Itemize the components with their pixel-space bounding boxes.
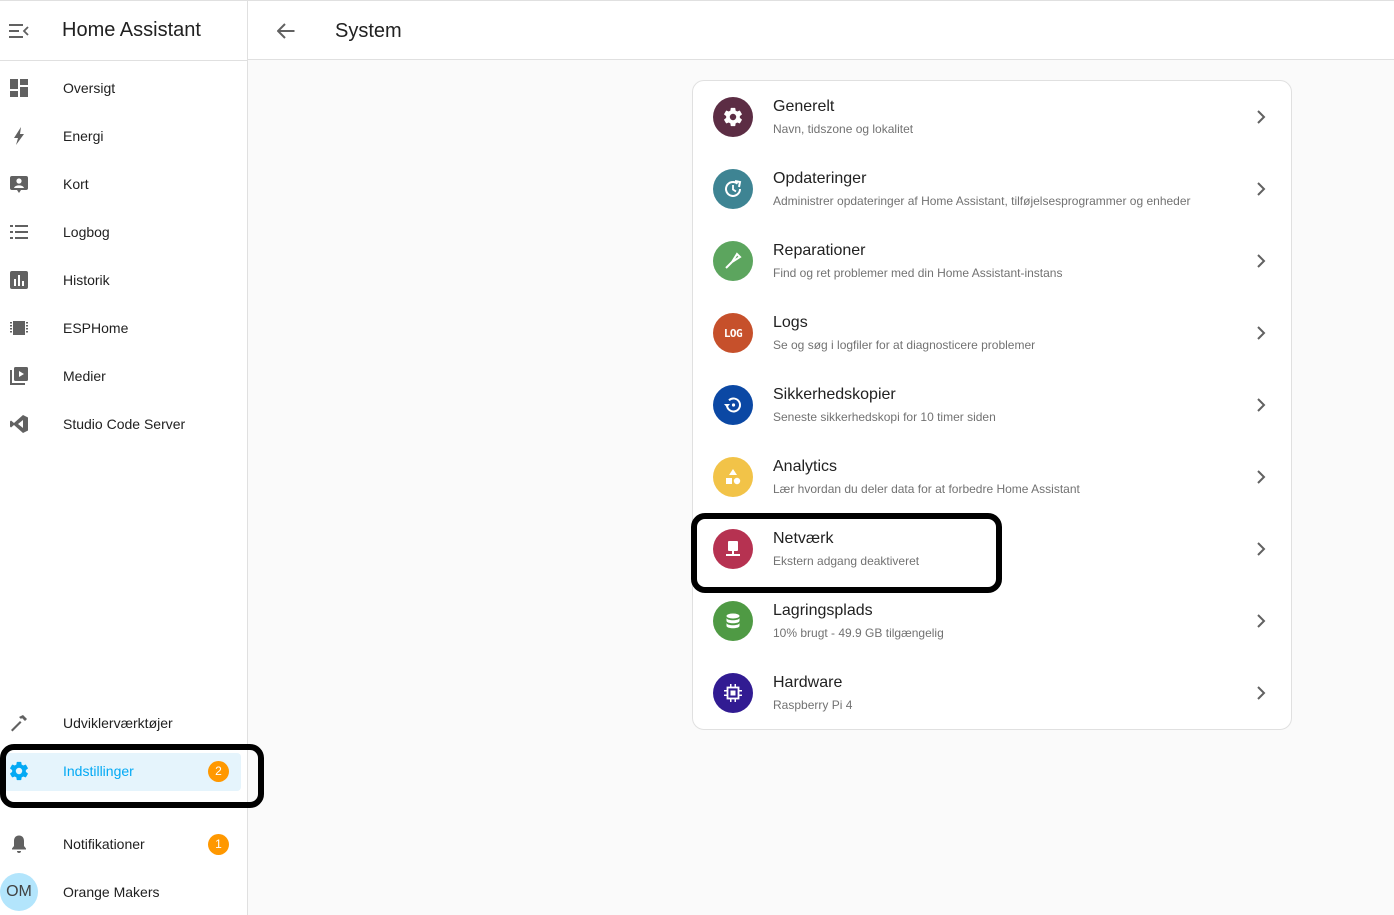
screwdriver-icon (713, 241, 753, 281)
bell-icon (8, 833, 30, 855)
row-title: Reparationer (773, 242, 866, 259)
sidebar-item-label: Energi (63, 128, 104, 144)
play-box-icon (8, 365, 30, 387)
gear-icon (713, 97, 753, 137)
chevron-right-icon (1249, 537, 1273, 561)
app-title: Home Assistant (62, 19, 201, 41)
settings-row-analytics[interactable]: Analytics Lær hvordan du deler data for … (693, 441, 1291, 513)
sidebar-item-label: Udviklerværktøjer (63, 715, 173, 731)
sidebar-item-label: Notifikationer (63, 836, 145, 852)
sidebar-item-label: Oversigt (63, 80, 116, 96)
chevron-right-icon (1249, 465, 1273, 489)
update-icon (713, 169, 753, 209)
user-name: Orange Makers (63, 884, 160, 900)
sidebar-item-studio-code-server[interactable]: Studio Code Server (0, 400, 248, 448)
chevron-right-icon (1249, 321, 1273, 345)
top-bar: System (248, 0, 1394, 60)
sidebar-item-label: Kort (63, 176, 89, 192)
backup-restore-icon (713, 385, 753, 425)
list-icon (8, 221, 30, 243)
vscode-icon (8, 413, 30, 435)
row-subtitle: Raspberry Pi 4 (773, 698, 853, 712)
row-title: Logs (773, 314, 808, 331)
sidebar-item-esphome[interactable]: ESPHome (0, 304, 248, 352)
chevron-right-icon (1249, 681, 1273, 705)
chevron-right-icon (1249, 609, 1273, 633)
system-settings-card: Generelt Navn, tidszone og lokalitet Opd… (692, 80, 1292, 730)
sidebar-item-label: Studio Code Server (63, 416, 186, 432)
sidebar-item-historik[interactable]: Historik (0, 256, 248, 304)
chevron-right-icon (1249, 249, 1273, 273)
chart-box-icon (8, 269, 30, 291)
sidebar-item-notifications[interactable]: Notifikationer 1 (0, 820, 248, 868)
sidebar-item-label: Logbog (63, 224, 110, 240)
hammer-icon (8, 712, 30, 734)
row-title: Hardware (773, 674, 843, 691)
sidebar-header: Home Assistant (0, 1, 247, 61)
settings-row-reparationer[interactable]: Reparationer Find og ret problemer med d… (693, 225, 1291, 297)
row-subtitle: Find og ret problemer med din Home Assis… (773, 266, 1063, 280)
chevron-right-icon (1249, 105, 1273, 129)
avatar: OM (0, 873, 38, 911)
chevron-right-icon (1249, 177, 1273, 201)
cpu-icon (713, 673, 753, 713)
row-subtitle: Navn, tidszone og lokalitet (773, 122, 914, 136)
sidebar-item-profile[interactable]: OM Orange Makers (0, 868, 248, 915)
database-icon (713, 601, 753, 641)
settings-row-lagringsplads[interactable]: Lagringsplads 10% brugt - 49.9 GB tilgæn… (693, 585, 1291, 657)
sidebar-item-label: ESPHome (63, 320, 129, 336)
sidebar-item-energi[interactable]: Energi (0, 112, 248, 160)
log-icon-text: LOG (723, 326, 743, 340)
highlight-box-netvaerk (691, 513, 1002, 593)
row-title: Sikkerhedskopier (773, 386, 896, 403)
row-subtitle: Se og søg i logfiler for at diagnosticer… (773, 338, 1036, 352)
map-account-icon (8, 173, 30, 195)
chip-icon (8, 317, 30, 339)
menu-collapse-icon[interactable] (0, 1, 38, 61)
sidebar-item-oversigt[interactable]: Oversigt (0, 64, 248, 112)
row-subtitle: Seneste sikkerhedskopi for 10 timer side… (773, 410, 996, 424)
lightning-icon (8, 125, 30, 147)
row-subtitle: Lær hvordan du deler data for at forbedr… (773, 482, 1080, 496)
sidebar-item-medier[interactable]: Medier (0, 352, 248, 400)
notifications-badge: 1 (208, 833, 229, 855)
row-subtitle: Administrer opdateringer af Home Assista… (773, 194, 1191, 208)
settings-row-opdateringer[interactable]: Opdateringer Administrer opdateringer af… (693, 153, 1291, 225)
row-title: Generelt (773, 98, 835, 115)
log-icon: LOG (713, 313, 753, 353)
sidebar-item-label: Medier (63, 368, 106, 384)
sidebar-item-kort[interactable]: Kort (0, 160, 248, 208)
shapes-icon (713, 457, 753, 497)
row-title: Lagringsplads (773, 602, 873, 619)
sidebar-item-developer-tools[interactable]: Udviklerværktøjer (0, 699, 248, 747)
chevron-right-icon (1249, 393, 1273, 417)
sidebar-item-label: Historik (63, 272, 110, 288)
settings-row-generelt[interactable]: Generelt Navn, tidszone og lokalitet (693, 81, 1291, 153)
settings-row-sikkerhedskopier[interactable]: Sikkerhedskopier Seneste sikkerhedskopi … (693, 369, 1291, 441)
highlight-box-settings (0, 744, 264, 808)
sidebar-item-logbog[interactable]: Logbog (0, 208, 248, 256)
dashboard-icon (8, 77, 30, 99)
settings-row-hardware[interactable]: Hardware Raspberry Pi 4 (693, 657, 1291, 729)
back-arrow-icon[interactable] (274, 19, 298, 43)
row-title: Analytics (773, 458, 838, 475)
settings-row-logs[interactable]: LOG Logs Se og søg i logfiler for at dia… (693, 297, 1291, 369)
row-title: Opdateringer (773, 170, 867, 187)
page-title: System (335, 20, 402, 42)
row-subtitle: 10% brugt - 49.9 GB tilgængelig (773, 626, 944, 640)
